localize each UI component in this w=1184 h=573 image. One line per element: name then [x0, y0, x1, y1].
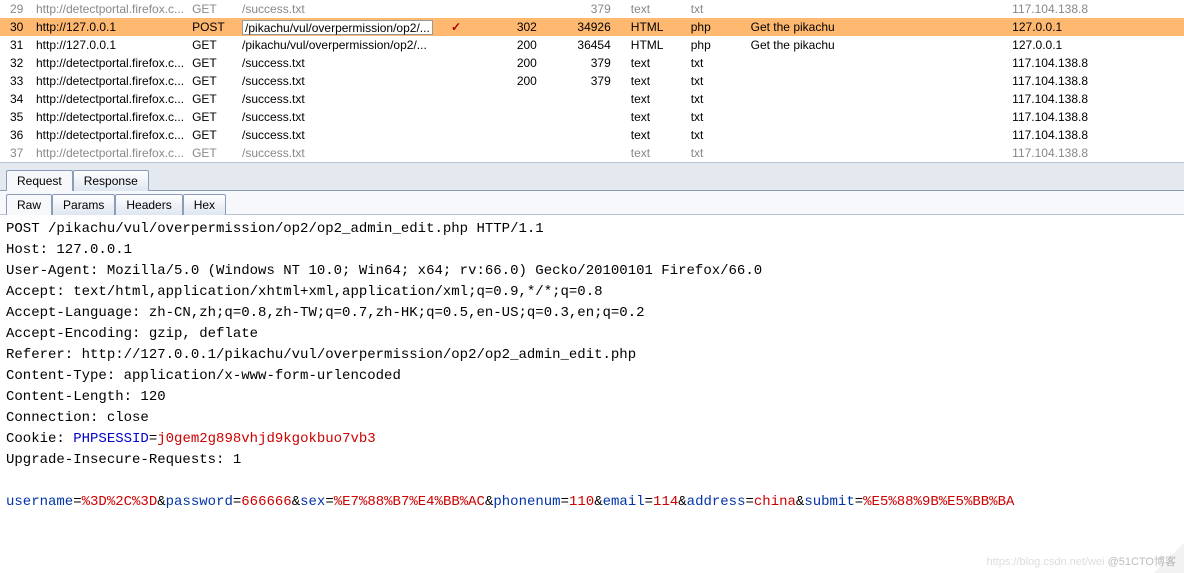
tab-response[interactable]: Response [73, 170, 149, 191]
watermark: https://blog.csdn.net/wei @51CTO博客 [986, 553, 1176, 569]
table-row[interactable]: 35http://detectportal.firefox.c...GET/su… [0, 108, 1184, 126]
resize-corner-icon [1154, 543, 1184, 573]
table-row[interactable]: 34http://detectportal.firefox.c...GET/su… [0, 90, 1184, 108]
table-row[interactable]: 32http://detectportal.firefox.c...GET/su… [0, 54, 1184, 72]
table-row[interactable]: 31http://127.0.0.1GET/pikachu/vul/overpe… [0, 36, 1184, 54]
table-row[interactable]: 36http://detectportal.firefox.c...GET/su… [0, 126, 1184, 144]
proxy-history-table: 29http://detectportal.firefox.c...GET/su… [0, 0, 1184, 162]
raw-request[interactable]: POST /pikachu/vul/overpermission/op2/op2… [0, 215, 1184, 517]
tab-hex[interactable]: Hex [183, 194, 226, 215]
tab-headers[interactable]: Headers [115, 194, 182, 215]
tab-request[interactable]: Request [6, 170, 73, 191]
table-row[interactable]: 29http://detectportal.firefox.c...GET/su… [0, 0, 1184, 18]
table-row[interactable]: 37http://detectportal.firefox.c...GET/su… [0, 144, 1184, 162]
tab-params[interactable]: Params [52, 194, 115, 215]
main-tabs: Request Response [0, 167, 1184, 191]
tab-raw[interactable]: Raw [6, 194, 52, 215]
table-row[interactable]: 33http://detectportal.firefox.c...GET/su… [0, 72, 1184, 90]
sub-tabs: Raw Params Headers Hex [0, 191, 1184, 215]
table-row[interactable]: 30http://127.0.0.1POST/pikachu/vul/overp… [0, 18, 1184, 36]
